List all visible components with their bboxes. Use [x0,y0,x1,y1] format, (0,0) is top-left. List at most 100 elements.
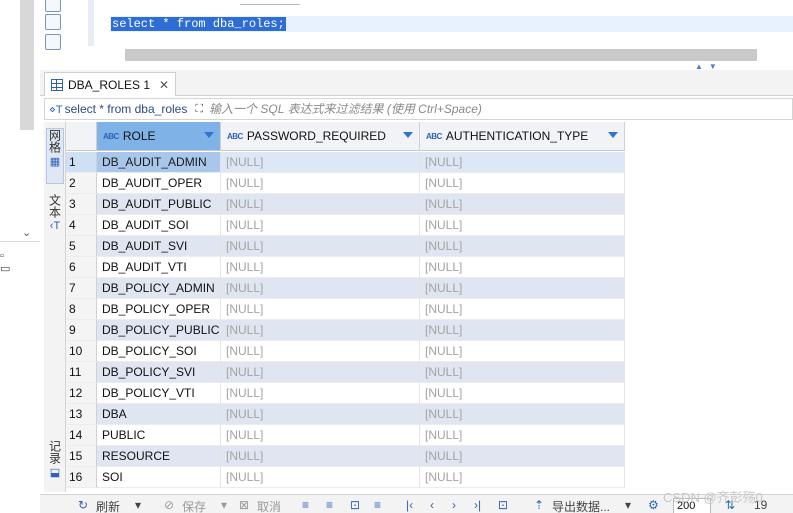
fetch-all-icon[interactable]: ⊡ [498,498,508,512]
cell-authentication-type[interactable]: [NULL] [420,236,625,257]
cell-authentication-type[interactable]: [NULL] [420,194,625,215]
execute-script-icon[interactable] [45,14,61,30]
cell-role[interactable]: DB_POLICY_SOI [97,341,221,362]
previous-page-icon[interactable]: ‹ [430,498,434,512]
table-row[interactable]: 15 RESOURCE [NULL] [NULL] [66,446,625,467]
cell-role[interactable]: DB_POLICY_ADMIN [97,278,221,299]
row-number[interactable]: 16 [66,467,97,488]
add-row-icon[interactable]: ≡ [326,498,333,512]
save-dropdown-icon[interactable]: ▾ [221,498,227,512]
row-number[interactable]: 6 [66,257,97,278]
cell-password-required[interactable]: [NULL] [221,278,420,299]
first-page-icon[interactable]: |‹ [406,498,413,512]
tab-grid-view[interactable]: 网格 ▦ [46,128,64,184]
cell-authentication-type[interactable]: [NULL] [420,257,625,278]
cell-password-required[interactable]: [NULL] [221,320,420,341]
cell-role[interactable]: RESOURCE [97,446,221,467]
row-number[interactable]: 2 [66,173,97,194]
cell-role[interactable]: DB_AUDIT_SOI [97,215,221,236]
cell-password-required[interactable]: [NULL] [221,404,420,425]
cell-password-required[interactable]: [NULL] [221,236,420,257]
cell-password-required[interactable]: [NULL] [221,257,420,278]
last-page-icon[interactable]: ›| [474,498,481,512]
cell-authentication-type[interactable]: [NULL] [420,341,625,362]
save-button[interactable]: 保存 [182,498,206,513]
table-row[interactable]: 11 DB_POLICY_SVI [NULL] [NULL] [66,362,625,383]
cell-password-required[interactable]: [NULL] [221,383,420,404]
cell-role[interactable]: DB_POLICY_PUBLIC [97,320,221,341]
cell-authentication-type[interactable]: [NULL] [420,383,625,404]
cell-role[interactable]: DB_AUDIT_VTI [97,257,221,278]
table-row[interactable]: 8 DB_POLICY_OPER [NULL] [NULL] [66,299,625,320]
table-row[interactable]: 1 DB_AUDIT_ADMIN [NULL] [NULL] [66,152,625,173]
cell-password-required[interactable]: [NULL] [221,215,420,236]
next-page-icon[interactable]: › [452,498,456,512]
cell-role[interactable]: DB_AUDIT_ADMIN [97,152,221,173]
table-row[interactable]: 4 DB_AUDIT_SOI [NULL] [NULL] [66,215,625,236]
save-icon[interactable]: ⊘ [164,498,174,512]
column-header-authentication-type[interactable]: ABC AUTHENTICATION_TYPE [420,122,625,151]
cell-authentication-type[interactable]: [NULL] [420,425,625,446]
cell-password-required[interactable]: [NULL] [221,173,420,194]
script-icon[interactable] [45,0,61,12]
row-number[interactable]: 12 [66,383,97,404]
cell-authentication-type[interactable]: [NULL] [420,320,625,341]
row-number-header[interactable] [66,122,97,151]
cell-role[interactable]: DB_POLICY_OPER [97,299,221,320]
cell-authentication-type[interactable]: [NULL] [420,173,625,194]
cell-role[interactable]: DB_POLICY_VTI [97,383,221,404]
cell-authentication-type[interactable]: [NULL] [420,467,625,488]
tab-record-view[interactable]: 记录 ⬓ [46,440,64,488]
column-header-role[interactable]: ABC ROLE [97,122,221,151]
table-row[interactable]: 13 DBA [NULL] [NULL] [66,404,625,425]
editor-hscroll-thumb[interactable] [125,49,757,61]
sort-dropdown-icon[interactable] [608,132,618,138]
refresh-icon[interactable]: ↻ [78,498,88,512]
row-number[interactable]: 5 [66,236,97,257]
row-number[interactable]: 9 [66,320,97,341]
left-panel-scrollbar[interactable] [20,0,34,130]
table-row[interactable]: 12 DB_POLICY_VTI [NULL] [NULL] [66,383,625,404]
column-header-password-required[interactable]: ABC PASSWORD_REQUIRED [221,122,420,151]
row-number[interactable]: 4 [66,215,97,236]
cell-authentication-type[interactable]: [NULL] [420,446,625,467]
table-row[interactable]: 14 PUBLIC [NULL] [NULL] [66,425,625,446]
row-number[interactable]: 7 [66,278,97,299]
filter-query-label[interactable]: select * from dba_roles [65,102,188,116]
row-number[interactable]: 13 [66,404,97,425]
sort-dropdown-icon[interactable] [403,132,413,138]
refresh-button[interactable]: 刷新 [96,498,120,513]
row-number[interactable]: 8 [66,299,97,320]
sort-dropdown-icon[interactable] [204,132,214,138]
export-data-button[interactable]: 导出数据... [552,498,610,513]
cell-password-required[interactable]: [NULL] [221,299,420,320]
copy-row-icon[interactable]: ⊡ [350,498,360,512]
row-number[interactable]: 11 [66,362,97,383]
panel-control-icons[interactable]: ▫ ▭ [0,250,40,275]
cell-authentication-type[interactable]: [NULL] [420,362,625,383]
cancel-button[interactable]: 取消 [257,498,281,513]
row-number[interactable]: 10 [66,341,97,362]
edit-row-icon[interactable]: ≡ [302,498,309,512]
cell-password-required[interactable]: [NULL] [221,467,420,488]
chevron-down-icon[interactable]: ⌄ [22,226,31,239]
export-dropdown-icon[interactable]: ▾ [625,498,631,512]
cell-authentication-type[interactable]: [NULL] [420,404,625,425]
close-icon[interactable]: ✕ [159,78,169,92]
cell-password-required[interactable]: [NULL] [221,362,420,383]
table-row[interactable]: 5 DB_AUDIT_SVI [NULL] [NULL] [66,236,625,257]
cell-password-required[interactable]: [NULL] [221,152,420,173]
cell-password-required[interactable]: [NULL] [221,425,420,446]
cell-authentication-type[interactable]: [NULL] [420,152,625,173]
cell-password-required[interactable]: [NULL] [221,341,420,362]
cell-role[interactable]: DB_POLICY_SVI [97,362,221,383]
row-number[interactable]: 15 [66,446,97,467]
row-number[interactable]: 14 [66,425,97,446]
table-row[interactable]: 10 DB_POLICY_SOI [NULL] [NULL] [66,341,625,362]
cell-role[interactable]: SOI [97,467,221,488]
table-row[interactable]: 16 SOI [NULL] [NULL] [66,467,625,488]
delete-row-icon[interactable]: ≡ [374,498,381,512]
cancel-icon[interactable]: ⊠ [239,498,249,512]
export-icon[interactable]: ⇡ [534,498,544,512]
row-number[interactable]: 1 [66,152,97,173]
